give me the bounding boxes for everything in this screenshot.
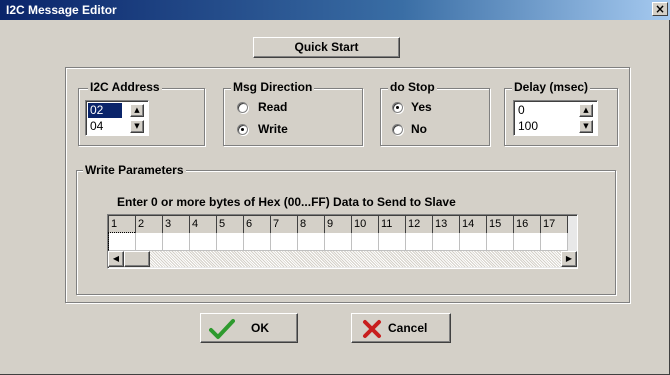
do-stop-title: do Stop xyxy=(388,80,437,94)
grid-column-header: 8 xyxy=(298,216,325,233)
grid-data-cell[interactable] xyxy=(460,233,487,251)
title-bar[interactable]: I2C Message Editor × xyxy=(0,0,670,20)
scroll-left-button[interactable]: ◀ xyxy=(108,251,124,267)
spin-up-icon: ▲ xyxy=(583,106,589,114)
grid-data-cell[interactable] xyxy=(217,233,244,251)
dialog-window: I2C Message Editor × Quick Start I2C Add… xyxy=(0,0,670,375)
grid-data-cell[interactable] xyxy=(271,233,298,251)
read-radio[interactable] xyxy=(237,102,248,113)
spin-up-icon: ▲ xyxy=(134,106,140,114)
data-grid-inner: 1 2 3 4 5 6 7 8 9 10 11 12 13 14 15 16 17 xyxy=(108,216,576,253)
grid-column-header: 2 xyxy=(136,216,163,233)
grid-data-cell[interactable] xyxy=(244,233,271,251)
yes-label: Yes xyxy=(411,100,432,114)
i2c-address-title: I2C Address xyxy=(88,80,162,94)
scroll-left-icon: ◀ xyxy=(112,254,120,263)
delay-title: Delay (msec) xyxy=(512,80,591,94)
write-parameters-title: Write Parameters xyxy=(83,163,186,177)
grid-data-cell[interactable] xyxy=(352,233,379,251)
grid-column-header: 11 xyxy=(379,216,406,233)
grid-data-cell[interactable] xyxy=(136,233,163,251)
delay-value-1[interactable]: 0 xyxy=(516,103,570,118)
i2c-address-up-button[interactable]: ▲ xyxy=(130,104,144,117)
grid-data-cell[interactable] xyxy=(298,233,325,251)
close-icon: × xyxy=(654,2,666,16)
cancel-label: Cancel xyxy=(388,321,428,335)
grid-data-cell[interactable] xyxy=(190,233,217,251)
spin-down-icon: ▼ xyxy=(583,122,589,130)
grid-column-header: 15 xyxy=(487,216,514,233)
grid-column-header: 4 xyxy=(190,216,217,233)
grid-column-header: 14 xyxy=(460,216,487,233)
no-label: No xyxy=(411,122,427,136)
msg-direction-group xyxy=(223,88,363,146)
grid-column-header: 6 xyxy=(244,216,271,233)
close-button[interactable]: × xyxy=(652,2,668,16)
delay-up-button[interactable]: ▲ xyxy=(579,104,593,117)
spin-down-icon: ▼ xyxy=(134,122,140,130)
grid-data-cell[interactable] xyxy=(514,233,541,251)
write-radio[interactable] xyxy=(237,124,248,135)
ok-button[interactable]: OK xyxy=(200,313,298,343)
grid-column-header: 9 xyxy=(325,216,352,233)
no-radio[interactable] xyxy=(392,124,403,135)
horizontal-scrollbar[interactable]: ◀ ▶ xyxy=(108,251,577,267)
x-icon xyxy=(363,320,381,338)
yes-radio[interactable] xyxy=(392,102,403,113)
grid-column-header: 3 xyxy=(163,216,190,233)
i2c-address-spinner: 02 04 ▲ ▼ xyxy=(85,100,149,136)
grid-column-header: 12 xyxy=(406,216,433,233)
grid-data-cell[interactable] xyxy=(163,233,190,251)
i2c-address-value-2[interactable]: 04 xyxy=(88,119,122,134)
delay-value-2-text: 100 xyxy=(518,119,539,133)
do-stop-group xyxy=(380,88,490,146)
write-instruction: Enter 0 or more bytes of Hex (00...FF) D… xyxy=(117,195,456,209)
write-radio-dot xyxy=(241,128,244,131)
grid-column-header: 7 xyxy=(271,216,298,233)
scroll-right-icon: ▶ xyxy=(565,254,573,263)
grid-data-cell[interactable] xyxy=(406,233,433,251)
delay-spinner: 0 100 ▲ ▼ xyxy=(513,100,598,136)
grid-data-cell[interactable] xyxy=(379,233,406,251)
grid-data-cell[interactable] xyxy=(487,233,514,251)
grid-data-cell[interactable] xyxy=(541,233,568,251)
i2c-address-value-2-text: 04 xyxy=(90,119,104,133)
grid-column-header: 16 xyxy=(514,216,541,233)
write-label: Write xyxy=(258,122,288,136)
cancel-button[interactable]: Cancel xyxy=(351,313,451,343)
grid-column-header: 1 xyxy=(109,216,136,233)
grid-data-cell[interactable] xyxy=(108,232,137,252)
ok-label: OK xyxy=(251,321,269,335)
quick-start-button[interactable]: Quick Start xyxy=(253,37,400,58)
delay-value-1-text: 0 xyxy=(518,103,525,117)
i2c-address-value-1-text: 02 xyxy=(90,103,104,117)
checkmark-icon xyxy=(209,319,235,339)
window-title: I2C Message Editor xyxy=(6,3,117,17)
scroll-right-button[interactable]: ▶ xyxy=(561,251,577,267)
i2c-address-value-1[interactable]: 02 xyxy=(88,103,122,118)
grid-column-header: 5 xyxy=(217,216,244,233)
grid-data-cell[interactable] xyxy=(325,233,352,251)
delay-value-2[interactable]: 100 xyxy=(516,119,570,134)
grid-column-header: 10 xyxy=(352,216,379,233)
read-label: Read xyxy=(258,100,288,114)
grid-data-cell[interactable] xyxy=(433,233,460,251)
i2c-address-down-button[interactable]: ▼ xyxy=(130,120,144,133)
delay-down-button[interactable]: ▼ xyxy=(579,120,593,133)
grid-column-header: 13 xyxy=(433,216,460,233)
msg-direction-title: Msg Direction xyxy=(231,80,315,94)
scroll-thumb[interactable] xyxy=(124,251,150,267)
yes-radio-dot xyxy=(396,106,399,109)
grid-column-header: 17 xyxy=(541,216,568,233)
